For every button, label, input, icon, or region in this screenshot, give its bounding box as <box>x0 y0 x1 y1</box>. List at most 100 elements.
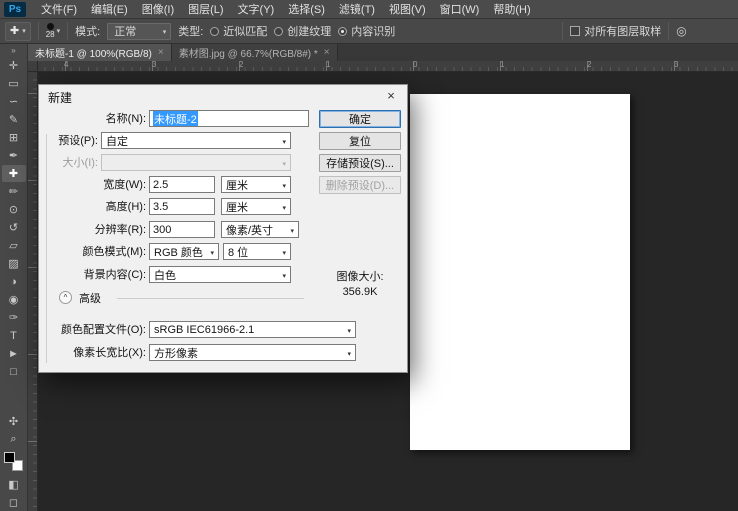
preset-select[interactable]: 自定 ▾ <box>101 132 291 149</box>
menu-filter[interactable]: 滤镜(T) <box>332 0 382 18</box>
radio-proximity-match[interactable]: 近似匹配 <box>210 23 267 39</box>
advanced-label: 高级 <box>79 293 119 306</box>
menu-file[interactable]: 文件(F) <box>34 0 84 18</box>
resolution-unit-select[interactable]: 像素/英寸 ▾ <box>221 221 299 238</box>
name-input[interactable]: 未标题-2 <box>149 110 309 127</box>
resolution-input[interactable]: 300 <box>149 221 215 238</box>
menu-edit[interactable]: 编辑(E) <box>84 0 135 18</box>
spot-healing-brush-tool[interactable]: ✚ <box>2 165 26 182</box>
height-unit-select[interactable]: 厘米 ▾ <box>221 198 291 215</box>
width-input[interactable]: 2.5 <box>149 176 215 193</box>
menu-layer[interactable]: 图层(L) <box>181 0 230 18</box>
menu-type[interactable]: 文字(Y) <box>231 0 282 18</box>
bit-depth-select[interactable]: 8 位 ▾ <box>223 243 291 260</box>
hand-tool[interactable]: ✣ <box>2 413 26 430</box>
name-label: 名称(N): <box>41 113 146 126</box>
size-select: ▾ <box>101 154 291 171</box>
mode-select[interactable]: 正常 ▾ <box>107 23 171 40</box>
menu-image[interactable]: 图像(I) <box>135 0 181 18</box>
resolution-value: 300 <box>153 224 171 236</box>
height-input[interactable]: 3.5 <box>149 198 215 215</box>
height-label: 高度(H): <box>41 201 146 214</box>
tool-preset-picker[interactable]: ✚ ▾ <box>5 22 31 41</box>
path-selection-tool[interactable]: ► <box>2 345 26 362</box>
crop-icon: ⊞ <box>9 131 18 144</box>
clone-stamp-tool[interactable]: ⊙ <box>2 201 26 218</box>
vertical-ruler[interactable] <box>28 72 38 511</box>
radio-icon <box>210 27 219 36</box>
brush-picker[interactable]: 28 ▾ <box>46 23 60 39</box>
crop-tool[interactable]: ⊞ <box>2 129 26 146</box>
menu-help[interactable]: 帮助(H) <box>486 0 537 18</box>
ruler-label: 1 <box>500 61 504 69</box>
eraser-tool[interactable]: ▱ <box>2 237 26 254</box>
foreground-color-swatch[interactable] <box>4 452 15 463</box>
background-label: 背景内容(C): <box>41 269 146 282</box>
menu-select[interactable]: 选择(S) <box>281 0 332 18</box>
close-icon[interactable]: × <box>158 47 164 58</box>
ruler-label: 3 <box>152 61 156 69</box>
rectangle-shape-icon: □ <box>10 366 17 378</box>
sample-all-layers-checkbox[interactable]: 对所有图层取样 <box>570 23 661 39</box>
width-unit-value: 厘米 <box>226 177 248 193</box>
brush-tool[interactable]: ✏ <box>2 183 26 200</box>
lasso-icon: ∽ <box>9 95 18 108</box>
save-preset-button[interactable]: 存储预设(S)... <box>319 154 401 172</box>
resolution-label: 分辨率(R): <box>41 224 146 237</box>
color-swatches <box>4 452 23 471</box>
blur-tool[interactable]: ◑ <box>2 273 26 290</box>
chevron-down-icon: ▾ <box>290 227 294 235</box>
zoom-tool[interactable]: ⌕ <box>2 431 26 448</box>
dodge-tool[interactable]: ◉ <box>2 291 26 308</box>
eyedropper-tool[interactable]: ✒ <box>2 147 26 164</box>
toolbar-collapse-button[interactable]: » <box>11 46 15 56</box>
dialog-title: 新建 <box>48 89 72 106</box>
horizontal-ruler[interactable]: 4 3 2 1 0 1 2 3 <box>28 61 738 72</box>
checkbox-label: 对所有图层取样 <box>584 23 661 39</box>
close-icon[interactable]: × <box>324 47 330 58</box>
tab-sucaitu-jpg[interactable]: 素材图.jpg @ 66.7%(RGB/8#) * × <box>172 44 338 61</box>
gradient-tool[interactable]: ▨ <box>2 255 26 272</box>
width-value: 2.5 <box>153 179 168 191</box>
screen-mode-button[interactable]: ◻ <box>2 494 26 511</box>
menu-view[interactable]: 视图(V) <box>382 0 433 18</box>
radio-create-texture[interactable]: 创建纹理 <box>274 23 331 39</box>
document-canvas[interactable] <box>410 94 630 450</box>
chevron-down-icon: ▾ <box>163 29 167 36</box>
image-size-label: 图像大小: <box>319 268 401 284</box>
tab-untitled-1[interactable]: 未标题-1 @ 100%(RGB/8) × <box>28 44 172 61</box>
ok-button[interactable]: 确定 <box>319 110 401 128</box>
rectangular-marquee-tool[interactable]: ▭ <box>2 75 26 92</box>
rectangle-shape-tool[interactable]: □ <box>2 363 26 380</box>
quick-selection-tool[interactable]: ✎ <box>2 111 26 128</box>
chevron-down-icon: ▾ <box>282 249 286 257</box>
new-document-dialog: 新建 × 名称(N): 未标题-2 确定 预设(P): 自定 ▾ 复位 大小(I… <box>38 84 408 373</box>
divider <box>38 22 39 40</box>
history-brush-tool[interactable]: ↺ <box>2 219 26 236</box>
type-tool[interactable]: T <box>2 327 26 344</box>
pixel-aspect-select[interactable]: 方形像素 ▾ <box>149 344 356 361</box>
color-mode-label: 颜色模式(M): <box>41 246 146 259</box>
pen-tool[interactable]: ✑ <box>2 309 26 326</box>
bit-depth-value: 8 位 <box>228 244 248 260</box>
width-unit-select[interactable]: 厘米 ▾ <box>221 176 291 193</box>
color-profile-select[interactable]: sRGB IEC61966-2.1 ▾ <box>149 321 356 338</box>
move-tool[interactable]: ✛ <box>2 57 26 74</box>
menu-window[interactable]: 窗口(W) <box>433 0 487 18</box>
radio-content-aware[interactable]: 内容识别 <box>338 23 395 39</box>
brush-size-value: 28 <box>46 31 55 39</box>
close-icon[interactable]: × <box>375 85 407 106</box>
mode-value: 正常 <box>114 23 136 39</box>
advanced-toggle[interactable]: ^ <box>59 291 72 304</box>
tablet-pressure-icon[interactable]: ◎ <box>676 24 686 38</box>
color-mode-select[interactable]: RGB 颜色 ▾ <box>149 243 219 260</box>
ruler-label: 1 <box>326 61 330 69</box>
width-label: 宽度(W): <box>41 179 146 192</box>
background-select[interactable]: 白色 ▾ <box>149 266 291 283</box>
menu-bar: Ps 文件(F) 编辑(E) 图像(I) 图层(L) 文字(Y) 选择(S) 滤… <box>0 0 738 19</box>
quick-mask-button[interactable]: ◧ <box>2 476 26 493</box>
chevron-down-icon: ▾ <box>347 350 351 358</box>
clone-stamp-icon: ⊙ <box>9 203 18 216</box>
lasso-tool[interactable]: ∽ <box>2 93 26 110</box>
reset-button[interactable]: 复位 <box>319 132 401 150</box>
